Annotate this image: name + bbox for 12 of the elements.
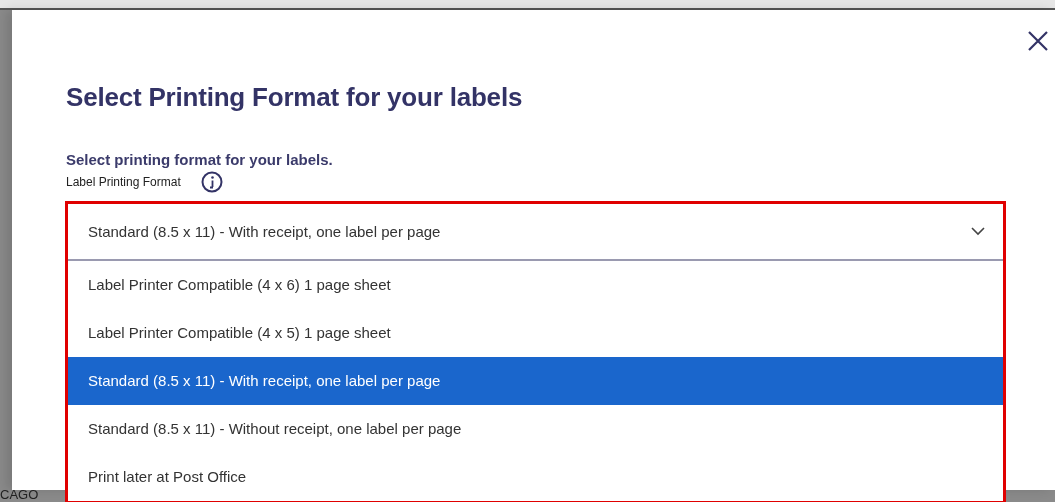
field-label: Label Printing Format [66, 175, 181, 189]
dropdown-option[interactable]: Standard (8.5 x 11) - With receipt, one label per page [68, 357, 1003, 405]
dropdown-option[interactable]: Print later at Post Office [68, 453, 1003, 501]
chevron-down-icon [971, 227, 985, 236]
dropdown-option[interactable]: Label Printer Compatible (4 x 6) 1 page sheet [68, 261, 1003, 309]
dropdown-option[interactable]: Label Printer Compatible (4 x 5) 1 page sheet [68, 309, 1003, 357]
dialog-subtitle: Select printing format for your labels. [66, 151, 334, 168]
dropdown-option[interactable]: Standard (8.5 x 11) - Without receipt, one label per page [68, 405, 1003, 453]
close-button[interactable] [1027, 30, 1049, 52]
info-icon[interactable] [200, 171, 223, 193]
dialog-title: Select Printing Format for your labels [66, 82, 524, 113]
background-text: CAGO [0, 488, 40, 501]
